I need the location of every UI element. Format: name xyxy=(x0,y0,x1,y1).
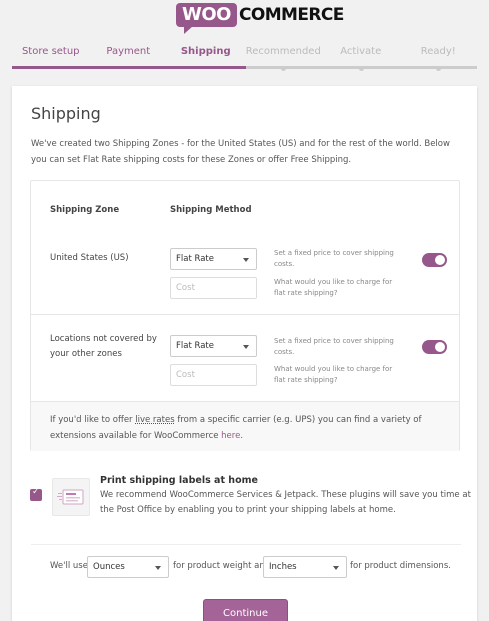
zones-footer: If you'd like to offer live rates from a… xyxy=(31,401,459,451)
toggle-rest[interactable] xyxy=(422,340,447,354)
woocommerce-logo: WOO COMMERCE xyxy=(176,0,344,34)
print-labels-checkbox[interactable]: ✓ xyxy=(30,487,42,501)
units-prefix: We'll use xyxy=(50,561,88,571)
chevron-down-icon xyxy=(155,566,161,570)
step-dot-ready xyxy=(436,66,441,71)
cost-input-rest[interactable]: Cost xyxy=(170,364,257,386)
weight-unit-value: Ounces xyxy=(93,562,125,572)
logo-text: COMMERCE xyxy=(238,5,344,25)
step-recommended: Recommended xyxy=(245,46,321,57)
zone-desc-us: Set a fixed price to cover shipping cost… xyxy=(274,249,394,268)
chevron-down-icon xyxy=(243,345,249,349)
section-divider xyxy=(31,544,461,545)
units-suffix: for product dimensions. xyxy=(350,561,451,571)
step-shipping: Shipping xyxy=(180,46,231,57)
zone-divider xyxy=(31,314,459,315)
extensions-here-link[interactable]: here xyxy=(221,431,240,441)
print-labels-desc: We recommend WooCommerce Services & Jetp… xyxy=(100,490,471,515)
zone-name-rest: Locations not covered by your other zone… xyxy=(50,334,157,359)
step-payment[interactable]: Payment xyxy=(90,46,168,57)
header-shipping-zone: Shipping Zone xyxy=(50,205,120,215)
step-activate: Activate xyxy=(340,46,382,57)
setup-card: Shipping We've created two Shipping Zone… xyxy=(12,86,477,621)
footer-text-before: If you'd like to offer xyxy=(50,415,136,425)
weight-unit-select[interactable]: Ounces xyxy=(87,556,169,578)
units-middle: for product weight and xyxy=(173,561,271,571)
chevron-down-icon xyxy=(333,566,339,570)
shipping-zones-table: Shipping Zone Shipping Method United Sta… xyxy=(30,180,460,451)
step-dot-activate xyxy=(359,66,364,71)
method-select-rest[interactable]: Flat Rate xyxy=(170,335,257,357)
step-store-setup[interactable]: Store setup xyxy=(12,46,90,57)
dimension-unit-value: Inches xyxy=(269,562,297,572)
chevron-down-icon xyxy=(243,258,249,262)
toggle-us[interactable] xyxy=(422,253,447,267)
live-rates-link[interactable]: live rates xyxy=(135,415,174,425)
step-dot-recommended xyxy=(281,66,286,71)
cost-input-us[interactable]: Cost xyxy=(170,277,257,299)
intro-text: We've created two Shipping Zones - for t… xyxy=(31,139,450,165)
dimension-unit-select[interactable]: Inches xyxy=(263,556,347,578)
zone-name-us: United States (US) xyxy=(50,253,129,263)
method-select-value: Flat Rate xyxy=(176,254,214,264)
setup-steps: Store setup Payment Shipping Recommended… xyxy=(12,46,477,71)
method-select-us[interactable]: Flat Rate xyxy=(170,248,257,270)
shipping-label-icon xyxy=(52,478,90,516)
print-labels-title: Print shipping labels at home xyxy=(100,475,258,486)
zone-desc2-rest: What would you like to charge for flat r… xyxy=(274,365,393,384)
continue-button[interactable]: Continue xyxy=(203,599,288,621)
page-title: Shipping xyxy=(31,104,101,123)
toggle-knob xyxy=(435,255,445,265)
zone-desc-rest: Set a fixed price to cover shipping cost… xyxy=(274,337,394,356)
checkmark-icon: ✓ xyxy=(32,487,40,497)
live-rates-note: If you'd like to offer live rates from a… xyxy=(50,412,445,444)
toggle-knob xyxy=(435,342,445,352)
zone-desc2-us: What would you like to charge for flat r… xyxy=(274,278,393,297)
header-shipping-method: Shipping Method xyxy=(170,205,252,215)
method-select-value: Flat Rate xyxy=(176,341,214,351)
logo-bubble: WOO xyxy=(176,3,237,34)
footer-text-after: . xyxy=(240,431,244,441)
progress-fill xyxy=(12,66,246,69)
step-ready: Ready! xyxy=(420,46,456,57)
